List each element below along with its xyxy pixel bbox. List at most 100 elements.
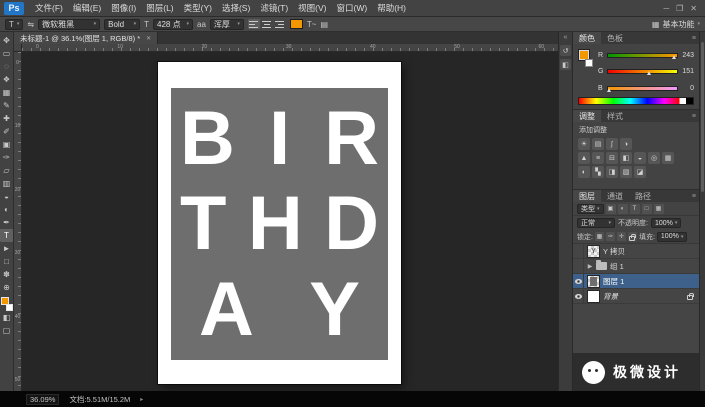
tab-color[interactable]: 颜色 [573, 32, 601, 44]
menu-edit[interactable]: 编辑(E) [68, 2, 106, 14]
filter-smart-object-layers-icon[interactable]: ▦ [654, 204, 664, 214]
warp-text-icon[interactable]: T~ [307, 20, 317, 29]
layer-row-group-1[interactable]: ▶ 组 1 [573, 259, 699, 274]
tab-swatches[interactable]: 色板 [601, 32, 629, 44]
adjustment-color-lookup-icon[interactable]: ▦ [662, 152, 674, 164]
lock-transparency-icon[interactable]: ▦ [595, 232, 604, 241]
visibility-toggle[interactable] [573, 259, 584, 274]
healing-brush-tool[interactable]: ✚ [0, 112, 13, 125]
panel-menu-icon[interactable]: ≡ [692, 193, 696, 200]
red-value[interactable]: 243 [681, 52, 694, 59]
adjustment-levels-icon[interactable]: ▤ [592, 138, 604, 150]
document-tab[interactable]: 未标题-1 @ 36.1%(图层 1, RGB/8) * ✕ [14, 32, 158, 44]
panel-scrollbar[interactable] [699, 32, 705, 391]
adjustment-selective-color-icon[interactable]: ◪ [634, 166, 646, 178]
text-orientation-icon[interactable]: ⇋ [27, 20, 34, 29]
history-brush-tool[interactable]: ✑ [0, 151, 13, 164]
path-selection-tool[interactable]: ► [0, 242, 13, 255]
menu-select[interactable]: 选择(S) [217, 2, 255, 14]
font-style-select[interactable]: Bold ▾ [104, 19, 140, 30]
status-menu-arrow-icon[interactable]: ▸ [140, 396, 143, 403]
visibility-toggle[interactable] [573, 289, 584, 304]
marquee-tool[interactable]: ▭ [0, 47, 13, 60]
ruler-origin-corner[interactable] [14, 44, 22, 52]
adjustment-photo-filter-icon[interactable]: ◒ [634, 152, 646, 164]
clone-stamp-tool[interactable]: ▣ [0, 138, 13, 151]
tab-paths[interactable]: 路径 [629, 190, 657, 202]
adjustment-curves-icon[interactable]: ∫ [606, 138, 618, 150]
zoom-level[interactable]: 36.09% [26, 394, 59, 405]
layer-row-y-copy[interactable]: Y Y 拷贝 [573, 244, 699, 259]
tool-preset-picker[interactable]: T ▾ [5, 19, 23, 30]
blend-mode-select[interactable]: 正常 ▾ [577, 218, 615, 228]
adjustment-threshold-icon[interactable]: ◨ [606, 166, 618, 178]
adjustment-channel-mixer-icon[interactable]: ◎ [648, 152, 660, 164]
workspace-switcher[interactable]: 基本功能 [662, 19, 694, 30]
history-panel-icon[interactable]: ↺ [560, 45, 571, 56]
lock-position-icon[interactable]: ✛ [617, 232, 626, 241]
adjustment-posterize-icon[interactable]: ▚ [592, 166, 604, 178]
red-slider[interactable] [607, 53, 678, 58]
menu-image[interactable]: 图像(I) [106, 2, 141, 14]
gradient-tool[interactable]: ▥ [0, 177, 13, 190]
anti-alias-select[interactable]: 浑厚 ▾ [210, 19, 244, 30]
text-color-swatch[interactable] [290, 19, 303, 29]
maximize-icon[interactable]: ❐ [676, 4, 683, 13]
quick-mask-icon[interactable]: ◧ [0, 311, 13, 324]
visibility-toggle[interactable] [573, 274, 584, 289]
background-color-swatch[interactable] [585, 59, 593, 67]
align-right-icon[interactable] [274, 19, 286, 29]
filter-pixel-layers-icon[interactable]: ▣ [606, 204, 616, 214]
pen-tool[interactable]: ✒ [0, 216, 13, 229]
adjustment-black-white-icon[interactable]: ◧ [620, 152, 632, 164]
layer-row-background[interactable]: 背景 [573, 289, 699, 304]
menu-window[interactable]: 窗口(W) [332, 2, 373, 14]
layer-thumbnail[interactable]: Y [587, 245, 600, 258]
eraser-tool[interactable]: ▱ [0, 164, 13, 177]
eyedropper-tool[interactable]: ✎ [0, 99, 13, 112]
visibility-toggle[interactable] [573, 244, 584, 259]
panel-menu-icon[interactable]: ≡ [692, 35, 696, 42]
toggle-panels-icon[interactable]: ▤ [320, 20, 328, 29]
dodge-tool[interactable]: ◐ [0, 203, 13, 216]
horizontal-ruler[interactable]: 0 10 20 30 40 50 60 [22, 44, 558, 52]
pasteboard[interactable]: B I R T H D A Y [22, 52, 558, 391]
adjustment-color-balance-icon[interactable]: ⊟ [606, 152, 618, 164]
background-color-swatch[interactable] [6, 304, 13, 311]
close-tab-icon[interactable]: ✕ [146, 35, 151, 42]
menu-file[interactable]: 文件(F) [30, 2, 68, 14]
blue-value[interactable]: 0 [681, 85, 694, 92]
vertical-ruler[interactable]: 0 10 20 30 40 50 [14, 52, 22, 391]
tab-layers[interactable]: 图层 [573, 190, 601, 202]
tab-styles[interactable]: 样式 [601, 110, 629, 122]
blue-slider[interactable] [607, 86, 678, 91]
adjustment-exposure-icon[interactable]: ◑ [620, 138, 632, 150]
document-canvas[interactable]: B I R T H D A Y [158, 62, 401, 384]
tab-adjustments[interactable]: 调整 [573, 110, 601, 122]
move-tool[interactable]: ✥ [0, 34, 13, 47]
adjustment-invert-icon[interactable]: ◐ [578, 166, 590, 178]
lock-all-icon[interactable] [628, 232, 637, 241]
layer-thumbnail[interactable] [587, 275, 600, 288]
properties-panel-icon[interactable]: ◧ [560, 59, 571, 70]
brush-tool[interactable]: ✐ [0, 125, 13, 138]
shape-tool[interactable]: □ [0, 255, 13, 268]
blur-tool[interactable]: ◒ [0, 190, 13, 203]
filter-adjustment-layers-icon[interactable]: ◐ [618, 204, 628, 214]
adjustment-brightness-contrast-icon[interactable]: ☀ [578, 138, 590, 150]
crop-tool[interactable]: ▦ [0, 86, 13, 99]
green-slider[interactable] [607, 69, 678, 74]
quick-selection-tool[interactable]: ❖ [0, 73, 13, 86]
tab-channels[interactable]: 通道 [601, 190, 629, 202]
screen-mode-icon[interactable]: ▢ [0, 324, 13, 337]
collapse-dock-icon[interactable]: « [564, 34, 568, 42]
scrollbar-thumb[interactable] [701, 42, 704, 192]
type-tool[interactable]: T [0, 229, 13, 242]
hand-tool[interactable]: ✽ [0, 268, 13, 281]
zoom-tool[interactable]: ⊕ [0, 281, 13, 294]
fill-select[interactable]: 100% ▾ [657, 232, 687, 242]
menu-filter[interactable]: 滤镜(T) [255, 2, 293, 14]
filter-type-layers-icon[interactable]: T [630, 204, 640, 214]
filter-shape-layers-icon[interactable]: □ [642, 204, 652, 214]
minimize-icon[interactable]: ─ [663, 4, 669, 13]
